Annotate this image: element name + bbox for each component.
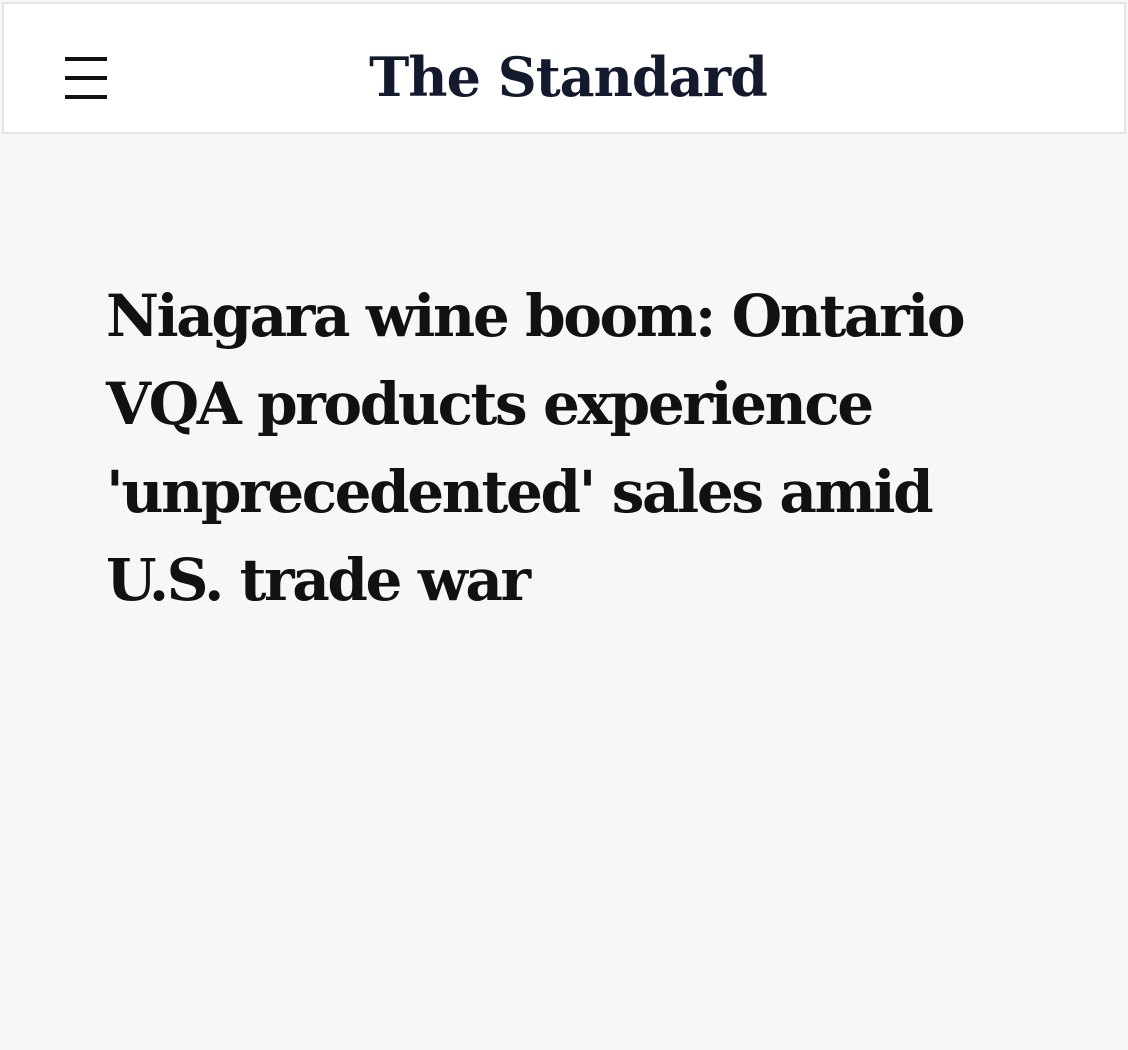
site-header: The Standard [2, 2, 1126, 134]
article-area: Niagara wine boom: Ontario VQA products … [0, 136, 1128, 1050]
hamburger-menu-icon [65, 57, 107, 99]
menu-button[interactable] [60, 52, 112, 104]
article-headline: Niagara wine boom: Ontario VQA products … [106, 282, 966, 614]
site-logo[interactable]: The Standard [369, 42, 768, 112]
